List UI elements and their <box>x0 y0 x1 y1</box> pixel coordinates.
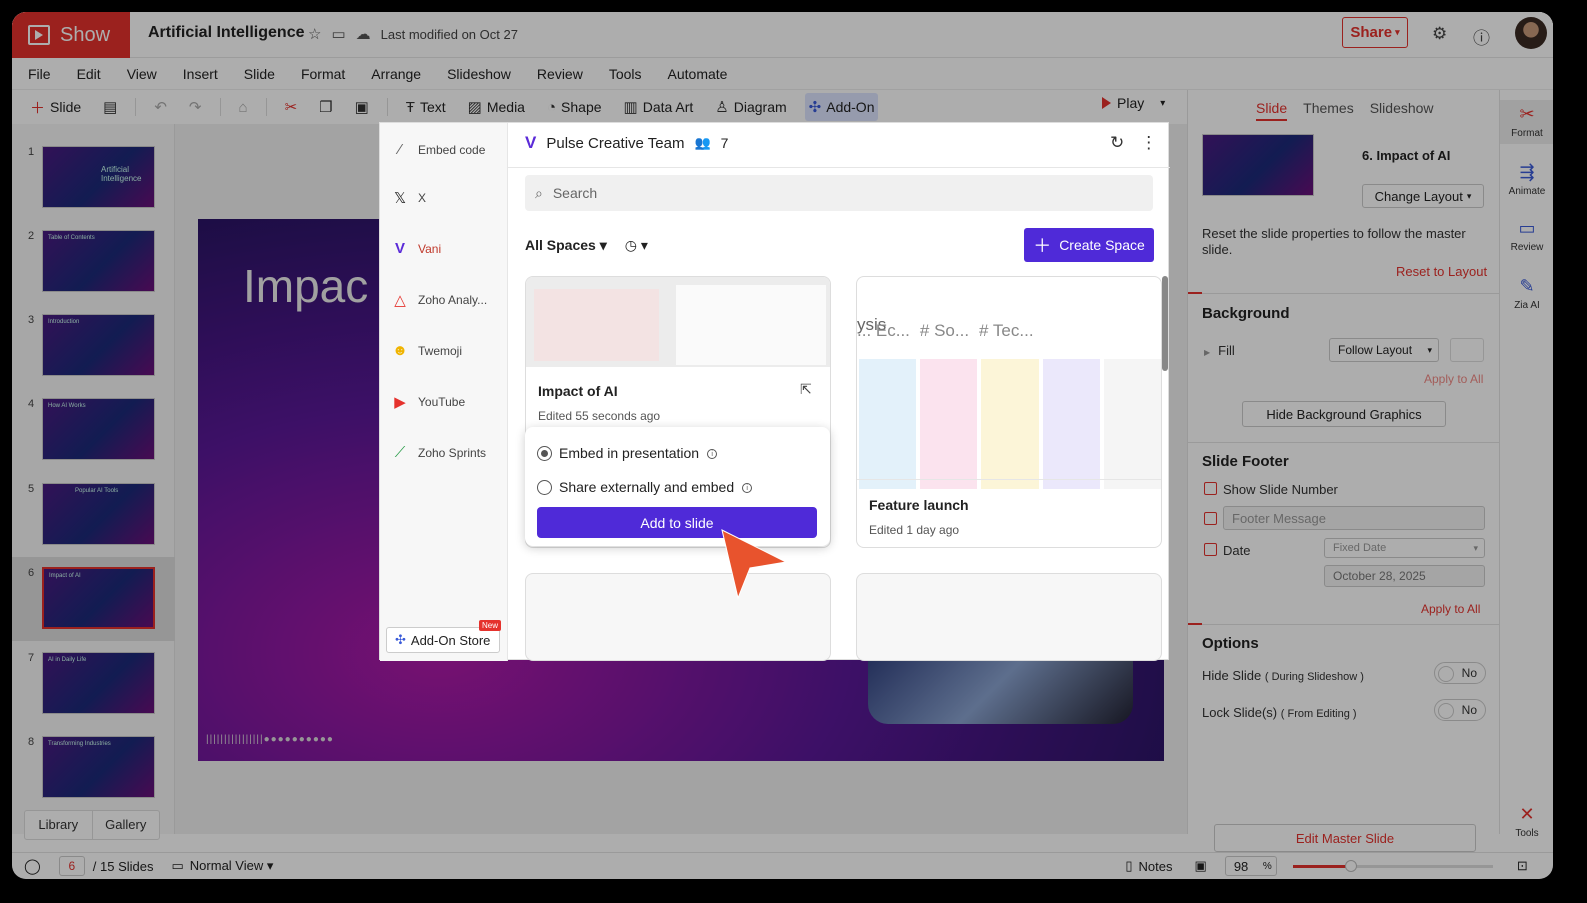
embed-in-presentation-label[interactable]: Embed in presentation i <box>559 445 718 461</box>
refresh-icon[interactable]: ↻ <box>1110 133 1124 153</box>
preview-tile <box>676 285 826 365</box>
share-externally-radio[interactable] <box>537 480 552 495</box>
addon-youtube-label: YouTube <box>418 395 466 409</box>
open-external-icon[interactable]: ⇱ <box>800 381 812 398</box>
addon-embed-code[interactable]: ⁄ Embed code <box>390 141 486 158</box>
vani-logo-icon: V <box>525 133 537 152</box>
x-icon: 𝕏 <box>393 190 407 207</box>
option-text: Share externally and embed <box>559 479 735 495</box>
all-spaces-label: All Spaces <box>525 237 596 253</box>
kanban-column <box>920 359 978 489</box>
members-icon: 👥 <box>694 135 711 150</box>
puzzle-icon: ✣ <box>395 632 406 647</box>
kanban-column <box>981 359 1039 489</box>
cursor-pointer-icon <box>721 529 788 600</box>
plus-icon: ＋ <box>1033 236 1052 256</box>
card-tag: # Tec... <box>979 321 1034 340</box>
card-title: Impact of AI <box>538 383 618 399</box>
share-externally-label[interactable]: Share externally and embed i <box>559 479 753 495</box>
addon-zoho-analytics-label: Zoho Analy... <box>418 293 488 307</box>
space-filters: All Spaces ▾ ◷ ▾ <box>525 237 648 254</box>
embed-in-presentation-radio[interactable] <box>537 446 552 461</box>
new-badge: New <box>478 620 501 631</box>
divider <box>857 479 1161 480</box>
add-to-slide-label: Add to slide <box>640 514 714 531</box>
card-subtitle: Edited 55 seconds ago <box>538 409 661 423</box>
card-tag-row: ... Ec... # So... # Tec... <box>857 321 1034 341</box>
code-icon: ⁄ <box>398 141 402 158</box>
search-input[interactable]: ⌕ Search <box>525 175 1153 211</box>
vani-icon: V <box>394 240 405 257</box>
info-icon[interactable]: i <box>707 449 718 460</box>
kanban-preview <box>857 339 1161 489</box>
addon-zoho-sprints-label: Zoho Sprints <box>418 445 487 460</box>
addon-youtube[interactable]: ▶ YouTube <box>390 393 465 411</box>
addon-store-label: Add-On Store <box>410 632 491 648</box>
addon-x[interactable]: 𝕏X <box>390 189 426 207</box>
addon-twemoji[interactable]: ☻ Twemoji <box>390 342 462 359</box>
space-card-placeholder <box>856 573 1162 661</box>
card-tag: # So... <box>919 321 970 340</box>
addon-zoho-analytics[interactable]: △ Zoho Analy... <box>390 291 487 309</box>
addon-store-button[interactable]: ✣ Add-On Store New <box>386 620 501 653</box>
info-icon[interactable]: i <box>742 483 753 494</box>
recent-filter[interactable]: ◷ ▾ <box>625 237 648 254</box>
card-preview <box>526 277 830 367</box>
analytics-icon: △ <box>394 292 406 309</box>
youtube-icon: ▶ <box>394 394 406 411</box>
card-subtitle: Edited 1 day ago <box>869 523 960 537</box>
addon-twemoji-label: Twemoji <box>418 343 463 358</box>
more-icon[interactable]: ⋮ <box>1140 133 1157 153</box>
all-spaces-dropdown[interactable]: All Spaces ▾ <box>525 237 607 254</box>
addon-vani[interactable]: V Vani <box>390 240 441 257</box>
kanban-column <box>1103 359 1161 489</box>
sprints-icon: ⟋ <box>394 444 406 461</box>
kanban-column <box>1042 359 1100 489</box>
search-placeholder: Search <box>552 185 598 201</box>
addon-x-label: X <box>418 191 427 205</box>
card-tag: ... Ec... <box>857 321 910 340</box>
option-text: Embed in presentation <box>559 445 700 461</box>
kanban-column <box>859 359 917 489</box>
scrollbar[interactable] <box>1162 276 1168 371</box>
addon-vani-label: Vani <box>418 241 442 256</box>
search-icon: ⌕ <box>535 184 543 201</box>
cursor-shape <box>721 529 788 600</box>
addon-sidebar: ⁄ Embed code 𝕏X V Vani △ Zoho Analy... ☻ Twe… <box>380 123 508 661</box>
addon-embed-code-label: Embed code <box>418 142 486 157</box>
divider <box>508 167 1170 168</box>
header-actions: ↻ ⋮ <box>1110 133 1157 153</box>
member-count: 7 <box>720 135 729 151</box>
create-space-label: Create Space <box>1059 237 1145 253</box>
card-title: Feature launch <box>869 497 969 513</box>
team-header: V Pulse Creative Team 👥 7 <box>525 133 728 153</box>
preview-tile <box>534 289 659 361</box>
addon-zoho-sprints[interactable]: ⟋ Zoho Sprints <box>390 444 486 461</box>
emoji-icon: ☻ <box>392 342 408 359</box>
team-name[interactable]: Pulse Creative Team <box>546 135 684 152</box>
create-space-button[interactable]: ＋ Create Space <box>1024 228 1154 262</box>
space-card-feature-launch[interactable]: ysis ... Ec... # So... # Tec... Feature … <box>856 276 1162 548</box>
clock-icon: ◷ <box>624 237 637 253</box>
